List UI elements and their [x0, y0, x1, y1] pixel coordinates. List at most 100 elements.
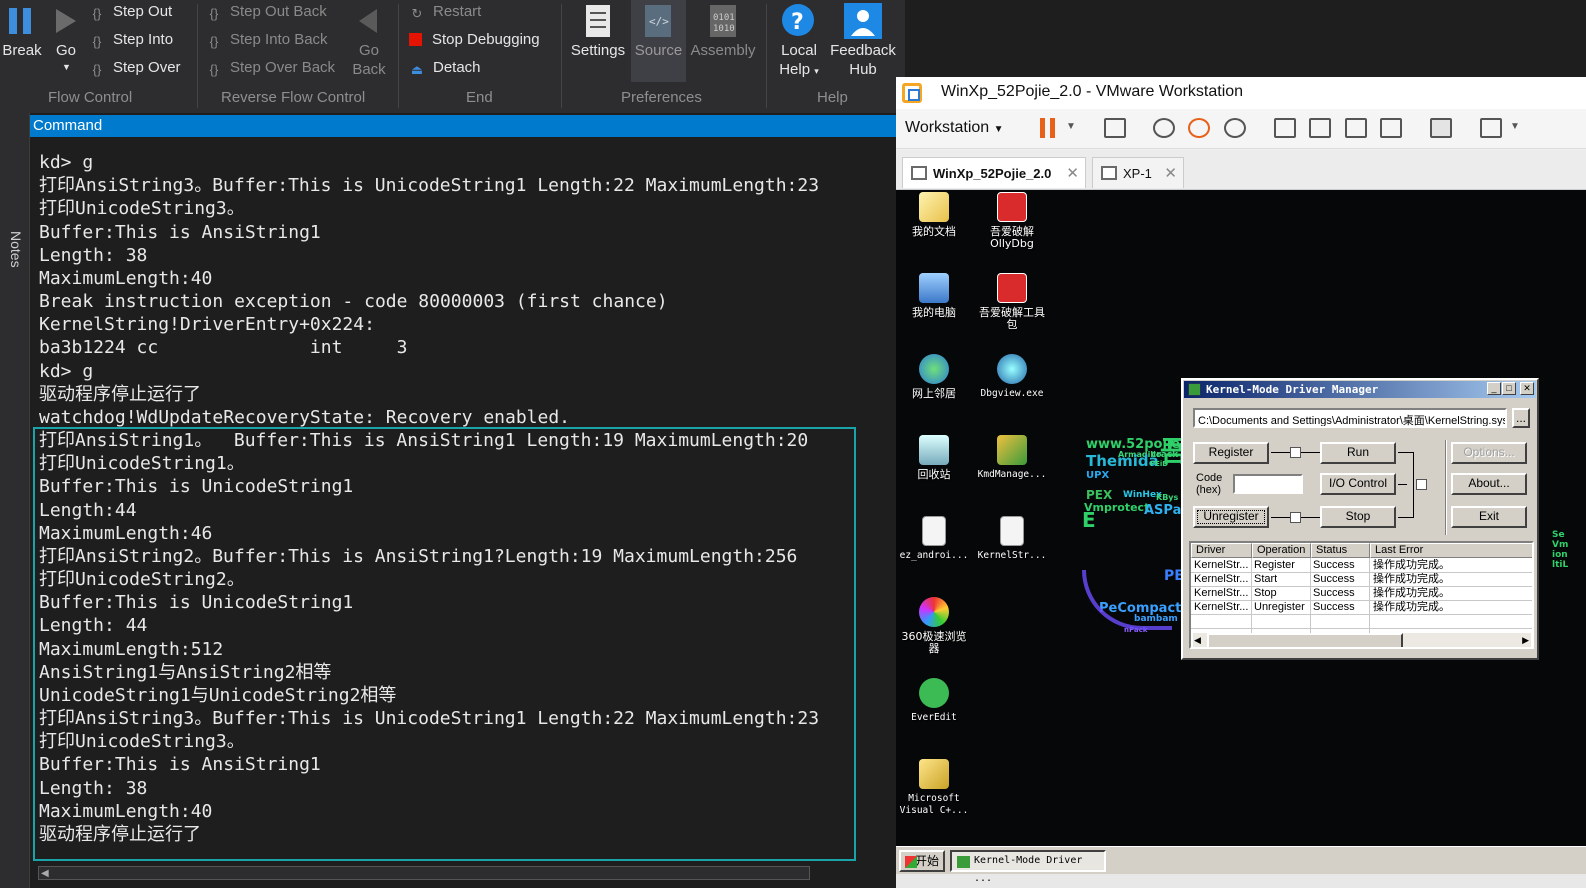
column-header-operation[interactable]: Operation	[1252, 543, 1311, 558]
column-header-status[interactable]: Status	[1311, 543, 1370, 558]
everedit-icon	[919, 678, 949, 708]
settings-button[interactable]: Settings	[568, 41, 628, 60]
desktop-icon-ollydbg[interactable]: 吾爱破解 OllyDbg	[971, 192, 1053, 250]
stop-debugging-button[interactable]: Stop Debugging	[409, 31, 540, 48]
close-button[interactable]: ✕	[1520, 382, 1534, 395]
list-horizontal-scrollbar[interactable]: ◀ ▶	[1193, 633, 1531, 647]
about-button[interactable]: About...	[1451, 473, 1527, 495]
desktop-icon-my-documents[interactable]: 我的文档	[896, 192, 975, 238]
operation-log-list[interactable]: Driver Operation Status Last Error Kerne…	[1189, 541, 1534, 649]
feedback-hub-button[interactable]: Feedback Hub	[827, 41, 899, 79]
step-into-button[interactable]: {} Step Into	[89, 31, 173, 50]
desktop-icon-kernelstring[interactable]: KernelStr...	[971, 516, 1053, 562]
start-button[interactable]: 开始	[899, 850, 945, 872]
io-control-checkbox[interactable]	[1416, 479, 1427, 490]
desktop-icon-ez-android[interactable]: ez_androi...	[896, 516, 975, 562]
full-screen-icon[interactable]	[1345, 118, 1367, 138]
highlight-box	[33, 427, 856, 861]
step-into-back-button[interactable]: {} Step Into Back	[206, 31, 328, 50]
step-out-back-button[interactable]: {} Step Out Back	[206, 3, 327, 22]
go-back-button[interactable]: Go Back	[347, 41, 391, 79]
options-button[interactable]: Options...	[1451, 442, 1527, 464]
tab-xp-1[interactable]: XP-1 ✕	[1092, 157, 1184, 188]
desktop-icon-kmdmanager[interactable]: KmdManage...	[971, 435, 1053, 481]
kmd-titlebar[interactable]: Kernel-Mode Driver Manager	[1184, 381, 1536, 398]
assembly-icon[interactable]: 01011010	[709, 4, 737, 38]
visual-cpp-icon	[919, 759, 949, 789]
desktop-icon-my-computer[interactable]: 我的电脑	[896, 273, 975, 319]
register-run-checkbox[interactable]	[1290, 447, 1301, 458]
send-ctrl-alt-del-icon[interactable]	[1104, 118, 1126, 138]
taskbar-item-kmd-manager[interactable]: Kernel-Mode Driver ...	[950, 850, 1106, 884]
group-label-reverse-flow-control: Reverse Flow Control	[221, 89, 366, 106]
scrollbar-thumb[interactable]	[1207, 633, 1403, 647]
register-button[interactable]: Register	[1193, 442, 1269, 464]
command-window-title[interactable]: Command	[30, 115, 896, 137]
stop-unregister-checkbox[interactable]	[1290, 512, 1301, 523]
workstation-menu[interactable]: Workstation ▼	[905, 119, 1004, 137]
desktop-icon-visual-cpp[interactable]: Microsoft Visual C+...	[896, 759, 975, 817]
minimize-button[interactable]: _	[1487, 382, 1501, 395]
horizontal-scrollbar[interactable]	[38, 866, 810, 880]
code-hex-input[interactable]	[1233, 474, 1303, 494]
restart-button[interactable]: ↻ Restart	[409, 3, 482, 22]
local-help-button[interactable]: Local Help ▾	[772, 41, 826, 81]
settings-icon[interactable]	[585, 4, 611, 38]
go-button[interactable]: Go	[52, 41, 80, 60]
step-over-button[interactable]: {} Step Over	[89, 59, 181, 78]
notes-sidebar[interactable]: Notes	[0, 113, 30, 888]
connector-line	[1301, 517, 1320, 518]
vm-icon	[911, 166, 927, 180]
stretch-dropdown-icon[interactable]: ▼	[1510, 121, 1520, 132]
browse-button[interactable]: ...	[1512, 408, 1530, 428]
detach-button[interactable]: ⏏ Detach	[409, 59, 481, 78]
scroll-left-icon[interactable]: ◀	[1194, 635, 1201, 646]
source-button[interactable]: Source	[631, 41, 686, 60]
close-tab-icon[interactable]: ✕	[1066, 164, 1079, 182]
console-view-icon[interactable]	[1430, 118, 1452, 138]
desktop-icon-everedit[interactable]: EverEdit	[896, 678, 975, 724]
unity-icon[interactable]	[1380, 118, 1402, 138]
snapshot-icon[interactable]	[1153, 118, 1175, 138]
local-help-icon[interactable]: ?	[781, 3, 816, 38]
break-button[interactable]: Break	[1, 41, 43, 60]
step-out-button[interactable]: {} Step Out	[89, 3, 173, 22]
desktop-icon-toolkit[interactable]: 吾爱破解工具 包	[971, 273, 1053, 331]
close-tab-icon[interactable]: ✕	[1164, 164, 1177, 182]
desktop-icon-network[interactable]: 网上邻居	[896, 354, 975, 400]
column-header-last-error[interactable]: Last Error	[1370, 543, 1532, 558]
step-over-back-button[interactable]: {} Step Over Back	[206, 59, 335, 78]
show-thumbnail-icon[interactable]	[1309, 118, 1331, 138]
go-dropdown-icon[interactable]: ▼	[62, 62, 71, 72]
break-icon[interactable]	[8, 7, 34, 35]
io-control-button[interactable]: I/O Control	[1320, 473, 1396, 495]
revert-snapshot-icon[interactable]	[1188, 118, 1210, 138]
vmware-title: WinXp_52Pojie_2.0 - VMware Workstation	[941, 83, 1244, 100]
tab-winxp-52pojie[interactable]: WinXp_52Pojie_2.0 ✕	[902, 157, 1086, 188]
ribbon-separator	[561, 4, 562, 108]
feedback-hub-icon[interactable]	[843, 2, 883, 40]
source-icon[interactable]: </>	[644, 4, 672, 38]
desktop-icon-recycle-bin[interactable]: 回收站	[896, 435, 975, 481]
scroll-right-icon[interactable]: ▶	[1522, 635, 1529, 646]
unregister-button[interactable]: Unregister	[1193, 506, 1269, 528]
ribbon-separator	[197, 4, 198, 108]
vmware-titlebar[interactable]: WinXp_52Pojie_2.0 - VMware Workstation	[896, 77, 1586, 109]
desktop-icon-dbgview[interactable]: Dbgview.exe	[971, 354, 1053, 400]
column-header-driver[interactable]: Driver	[1191, 543, 1252, 558]
go-back-icon[interactable]	[357, 7, 379, 35]
show-library-icon[interactable]	[1274, 118, 1296, 138]
stop-button[interactable]: Stop	[1320, 506, 1396, 528]
maximize-button[interactable]: □	[1502, 382, 1516, 395]
run-button[interactable]: Run	[1320, 442, 1396, 464]
snapshot-manager-icon[interactable]	[1224, 118, 1246, 138]
desktop-icon-360-browser[interactable]: 360极速浏览 器	[896, 597, 975, 655]
stretch-guest-icon[interactable]	[1480, 118, 1502, 138]
pause-vm-icon[interactable]	[1039, 117, 1057, 139]
go-icon[interactable]	[54, 7, 78, 35]
pause-dropdown-icon[interactable]: ▼	[1066, 121, 1076, 132]
driver-path-field[interactable]: C:\Documents and Settings\Administrator\…	[1193, 408, 1507, 428]
assembly-button[interactable]: Assembly	[688, 41, 758, 60]
scroll-left-icon[interactable]: ◀	[41, 868, 49, 879]
exit-button[interactable]: Exit	[1451, 506, 1527, 528]
